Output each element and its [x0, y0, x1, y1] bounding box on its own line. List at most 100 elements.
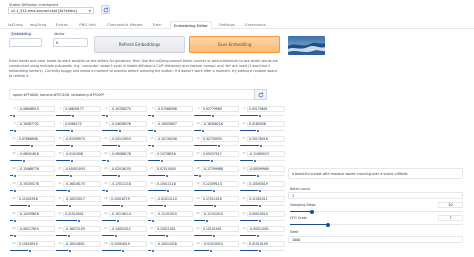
weight-slider-thumb[interactable] [258, 113, 263, 118]
weight-slider-track[interactable] [148, 175, 193, 177]
tab-extras[interactable]: Extras [54, 21, 70, 29]
weight-slider-thumb[interactable] [70, 158, 75, 163]
refresh-checkpoint-button[interactable] [101, 5, 110, 14]
weight-value-input[interactable]: -0.01011110 [155, 196, 193, 202]
weight-slider-thumb[interactable] [113, 233, 118, 238]
weight-slider-thumb[interactable] [165, 188, 170, 193]
weight-slider-thumb[interactable] [71, 113, 76, 118]
weight-slider-track[interactable] [56, 235, 101, 237]
weight-value-input[interactable]: 0.05175601 [247, 106, 285, 112]
weight-slider-track[interactable] [102, 175, 147, 177]
weight-slider-track[interactable] [56, 205, 101, 207]
weight-value-input[interactable]: -0.00099989 [247, 166, 285, 172]
vector-input[interactable]: 0 [53, 38, 88, 47]
weight-value-input[interactable]: -0.14001011 [109, 226, 147, 232]
checkpoint-select[interactable]: v2-1_512-ema-pruned.ckpt [8c7e0dcc] ▼ [8, 7, 94, 14]
weight-value-input[interactable]: 0.02779589 [201, 106, 239, 112]
weight-slider-track[interactable] [194, 220, 239, 222]
weight-slider-thumb[interactable] [211, 188, 216, 193]
weight-value-input[interactable]: -0.10011018 [155, 241, 193, 247]
weight-slider-thumb[interactable] [212, 203, 217, 208]
weight-slider-thumb[interactable] [201, 128, 205, 133]
weight-slider-thumb[interactable] [66, 188, 71, 193]
weight-slider-thumb[interactable] [67, 203, 72, 208]
weight-value-input[interactable]: -0.20113553 [109, 136, 147, 142]
weight-slider-thumb[interactable] [117, 173, 122, 178]
weight-value-input[interactable]: 0.16839177 [63, 106, 101, 112]
weight-value-input[interactable]: 0.10000019 [247, 181, 285, 187]
weight-slider-thumb[interactable] [256, 128, 260, 133]
weight-value-input[interactable]: -0.07568396 [155, 106, 193, 112]
weight-slider-thumb[interactable] [69, 173, 74, 178]
weight-slider-track[interactable] [194, 190, 239, 192]
weight-slider-track[interactable] [194, 250, 239, 252]
weight-slider-thumb[interactable] [105, 188, 110, 193]
weight-value-input[interactable]: -0.16016170 [63, 181, 101, 187]
weight-slider-thumb[interactable] [27, 248, 32, 253]
weight-slider-thumb[interactable] [210, 113, 215, 118]
weight-slider-track[interactable] [194, 235, 239, 237]
weight-slider-thumb[interactable] [13, 218, 18, 223]
sampling-steps-thumb[interactable] [310, 209, 315, 214]
weight-slider-track[interactable] [10, 115, 55, 117]
weight-slider-thumb[interactable] [13, 233, 18, 238]
weight-value-input[interactable]: -0.06217819 [17, 226, 55, 232]
weight-slider-thumb[interactable] [258, 143, 263, 148]
weight-value-input[interactable]: -0.11101010 [201, 211, 239, 217]
weight-slider-track[interactable] [148, 190, 193, 192]
weight-value-input[interactable]: 0.21510041 [63, 211, 101, 217]
weight-value-input[interactable]: -0.19003627 [155, 121, 193, 127]
weight-slider-track[interactable] [240, 235, 285, 237]
weight-slider-track[interactable] [102, 130, 147, 132]
weight-value-input[interactable]: 0.11002918 [17, 196, 55, 202]
weight-value-input[interactable]: -0.19200178 [17, 181, 55, 187]
weight-slider-thumb[interactable] [152, 128, 157, 133]
embedding-select[interactable] [9, 38, 42, 47]
weight-slider-track[interactable] [56, 115, 101, 117]
weight-slider-thumb[interactable] [70, 143, 75, 148]
seed-input[interactable]: 1000 [288, 236, 463, 243]
weight-slider-thumb[interactable] [118, 128, 122, 133]
weight-slider-track[interactable] [102, 235, 147, 237]
weight-slider-thumb[interactable] [67, 248, 72, 253]
weight-value-input[interactable]: 0.07868946 [17, 136, 55, 142]
weight-value-input[interactable]: 0.11001011 [247, 196, 285, 202]
generation-prompt-input[interactable]: a beautiful sunset with massive waves cr… [288, 168, 463, 179]
weight-slider-thumb[interactable] [163, 203, 168, 208]
refresh-embeddings-button[interactable]: Refresh Embeddings [94, 36, 185, 53]
weight-value-input[interactable]: -0.00001093 [63, 166, 101, 172]
weight-slider-track[interactable] [240, 175, 285, 177]
weight-slider-thumb[interactable] [22, 158, 27, 163]
weight-slider-thumb[interactable] [164, 233, 169, 238]
weight-slider-thumb[interactable] [211, 233, 216, 238]
weight-slider-thumb[interactable] [66, 233, 71, 238]
tab-extensions[interactable]: Extensions [243, 21, 268, 29]
weight-value-input[interactable]: -0.16306216 [201, 121, 239, 127]
weight-slider-track[interactable] [102, 205, 147, 207]
tab-embedding-editor[interactable]: Embedding Editor [170, 21, 212, 30]
weight-value-input[interactable]: 0.15004019 [109, 241, 147, 247]
sampling-steps-value[interactable]: 20 [438, 202, 463, 208]
weight-value-input[interactable]: -0.01099573 [63, 136, 101, 142]
tab-train[interactable]: Train [150, 21, 164, 29]
weight-slider-thumb[interactable] [117, 143, 122, 148]
weight-value-input[interactable]: 0.20178016 [247, 136, 285, 142]
weight-value-input[interactable]: -0.13468776 [17, 166, 55, 172]
weight-slider-track[interactable] [102, 145, 147, 147]
tab-checkpoint-merger[interactable]: Checkpoint Merger [105, 21, 145, 29]
guidance-prompt-input[interactable]: apple:#FF0000, banana:#FECE26, strawberr… [9, 89, 267, 100]
weight-value-input[interactable]: -0.00011001 [247, 226, 285, 232]
batch-count-input[interactable]: 1 [288, 192, 463, 199]
weight-slider-track[interactable] [56, 160, 101, 162]
weight-slider-thumb[interactable] [164, 173, 169, 178]
weight-value-input[interactable]: 0.00010010 [247, 211, 285, 217]
weight-slider-thumb[interactable] [70, 128, 75, 133]
weight-slider-thumb[interactable] [198, 173, 203, 178]
weight-value-input[interactable]: -0.0101008 [63, 151, 101, 157]
weight-slider-track[interactable] [240, 250, 285, 252]
weight-value-input[interactable]: 0.10016019 [17, 241, 55, 247]
weight-value-input[interactable]: 0.13738516 [155, 151, 193, 157]
weight-slider-track[interactable] [240, 130, 285, 132]
weight-slider-thumb[interactable] [151, 248, 156, 253]
weight-slider-thumb[interactable] [77, 218, 82, 223]
